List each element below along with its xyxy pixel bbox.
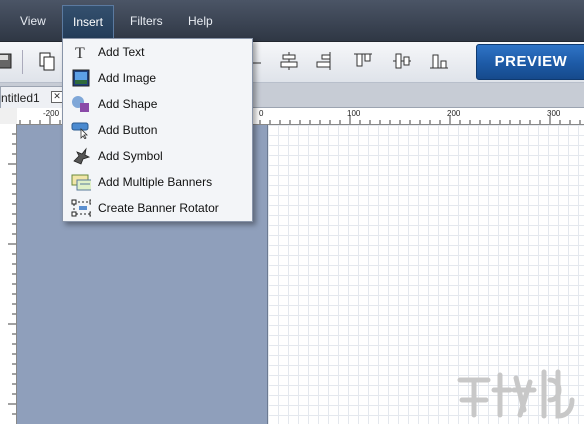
menu-filters[interactable]: Filters — [130, 12, 163, 30]
menu-item-label: Add Image — [98, 71, 157, 85]
save-icon[interactable] — [0, 50, 16, 72]
tab-label: ntitled1 — [1, 91, 40, 105]
menu-item-add-shape[interactable]: Add Shape — [63, 91, 252, 117]
align-top-icon[interactable] — [352, 50, 374, 72]
toolbar-divider — [22, 50, 23, 74]
multiple-banners-icon — [71, 173, 91, 191]
menu-item-create-banner-rotator[interactable]: Create Banner Rotator — [63, 195, 252, 221]
banner-rotator-icon — [71, 199, 91, 217]
align-middle-vertical-icon[interactable] — [391, 50, 413, 72]
menu-bar: View Insert Filters Help — [0, 0, 584, 42]
menu-insert[interactable]: Insert — [62, 5, 115, 40]
menu-item-label: Add Symbol — [98, 149, 163, 163]
ruler-label: 100 — [347, 109, 361, 118]
ruler-label: 200 — [447, 109, 461, 118]
image-icon — [71, 69, 91, 87]
text-icon: T — [71, 43, 91, 61]
symbol-icon — [71, 147, 91, 165]
tab-untitled1[interactable]: ntitled1 ✕ — [0, 86, 64, 108]
button-icon — [71, 121, 91, 139]
align-bottom-icon[interactable] — [428, 50, 450, 72]
menu-item-label: Add Text — [98, 45, 145, 59]
menu-item-label: Add Shape — [98, 97, 158, 111]
ruler-label: 300 — [547, 109, 561, 118]
align-center-horizontal-icon[interactable] — [278, 50, 300, 72]
menu-item-add-image[interactable]: Add Image — [63, 65, 252, 91]
copy-icon[interactable] — [36, 50, 58, 72]
shape-icon — [71, 95, 91, 113]
menu-item-label: Add Multiple Banners — [98, 175, 213, 189]
menu-item-add-button[interactable]: Add Button — [63, 117, 252, 143]
menu-view[interactable]: View — [20, 12, 46, 30]
menu-item-add-multiple-banners[interactable]: Add Multiple Banners — [63, 169, 252, 195]
menu-item-label: Create Banner Rotator — [98, 201, 219, 215]
ruler-corner — [0, 108, 17, 125]
ruler-label: -200 — [43, 109, 60, 118]
watermark-logo — [450, 360, 580, 420]
menu-help[interactable]: Help — [188, 12, 213, 30]
svg-text:T: T — [75, 45, 85, 61]
preview-button[interactable]: PREVIEW — [476, 44, 584, 80]
ruler-label: 0 — [259, 109, 264, 118]
menu-item-add-symbol[interactable]: Add Symbol — [63, 143, 252, 169]
menu-item-add-text[interactable]: T Add Text — [63, 39, 252, 65]
menu-item-label: Add Button — [98, 123, 158, 137]
vertical-ruler — [0, 124, 17, 424]
insert-menu-dropdown: T Add Text Add Image Add Shape Add Butto… — [62, 38, 253, 222]
align-right-icon[interactable] — [312, 50, 334, 72]
